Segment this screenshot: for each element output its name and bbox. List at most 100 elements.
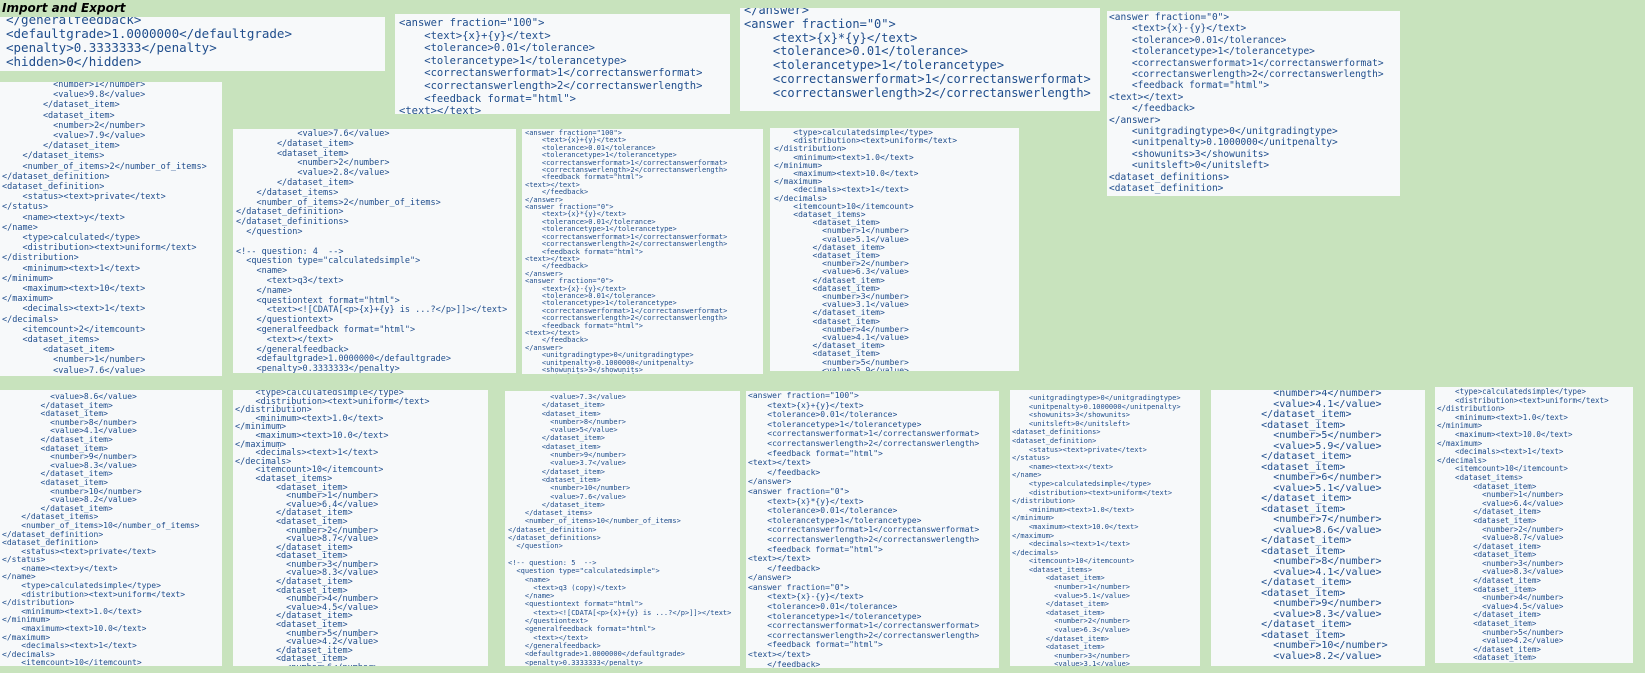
code-line: <minimum><text>1</text> <box>2 263 141 274</box>
code-line: <feedback format="html"> <box>748 448 883 458</box>
code-line: <penalty>0.3333333</penalty> <box>508 658 643 667</box>
code-line: <answer fraction="0"> <box>748 582 850 592</box>
code-line: <defaultgrade>1.0000000</defaultgrade> <box>6 26 292 41</box>
code-line: <number>2</number> <box>2 120 146 131</box>
code-line: <number>1</number> <box>2 355 146 366</box>
code-panel-1: </generalfeedback> <defaultgrade>1.000000… <box>0 17 385 71</box>
code-line: <text></text> <box>748 554 811 564</box>
code-line: </status> <box>1012 454 1050 463</box>
code-block: <type>calculatedsimple</type> <distribut… <box>235 390 488 666</box>
code-line: <number>1</number> <box>1012 583 1131 592</box>
code-line: </dataset_definition> <box>508 525 597 534</box>
code-line: <hidden>0</hidden> <box>6 54 142 69</box>
code-line: <dataset_item> <box>508 475 601 484</box>
code-line: <value>5.1</value> <box>1012 591 1131 600</box>
code-line: <number>1</number> <box>2 82 146 90</box>
code-line: <itemcount>10</itemcount> <box>1012 557 1135 566</box>
code-line: <dataset_items> <box>2 335 100 346</box>
code-line: <dataset_definition> <box>1109 183 1224 195</box>
code-line: <value>7.6</value> <box>2 365 146 376</box>
code-block: <answer fraction="100"> <text>{x}+{y}</t… <box>525 129 763 374</box>
code-line: </dataset_item> <box>508 401 605 410</box>
code-line: <number>8</number> <box>508 417 627 426</box>
code-line: <maximum><text>10.0</text> <box>1012 522 1139 531</box>
code-line: <generalfeedback format="html"> <box>508 625 656 634</box>
code-line: <questiontext format="html"> <box>508 600 643 609</box>
code-line: </distribution> <box>2 253 79 264</box>
code-panel-6: <value>7.6</value> </dataset_item> <data… <box>233 129 516 373</box>
code-line: <tolerance>0.01</tolerance> <box>399 42 595 55</box>
code-line: <dataset_item> <box>1012 643 1105 652</box>
code-line: <feedback format="html"> <box>748 544 883 554</box>
code-line: </dataset_item> <box>1012 634 1109 643</box>
code-line: <text></text> <box>399 105 482 114</box>
code-panel-14: <number>4</number> <value>4.1</value> </… <box>1211 390 1425 666</box>
code-line: </dataset_item> <box>508 434 605 443</box>
code-line: <value>3.7</value> <box>508 459 627 468</box>
code-line: <feedback format="html"> <box>1109 80 1270 92</box>
code-line: <dataset_item> <box>508 409 601 418</box>
code-line: </dataset_item> <box>508 500 605 509</box>
code-line: <answer fraction="0"> <box>1109 12 1230 23</box>
code-line: <unitsleft>0</unitsleft> <box>1109 160 1270 172</box>
code-line: </dataset_item> <box>1213 535 1352 546</box>
code-line: <feedback format="html"> <box>748 640 883 650</box>
code-line: <text>{x}+{y}</text> <box>748 400 864 410</box>
code-line: <value>5</value> <box>508 426 618 435</box>
code-line: <distribution><text>uniform</text> <box>1012 488 1173 497</box>
code-line: <unitgradingtype>0</unitgradingtype> <box>1109 126 1338 138</box>
code-line: <text>{x}-{y}</text> <box>748 592 864 602</box>
code-line: <correctanswerlength>2</correctanswerlen… <box>399 79 703 92</box>
code-line: <correctanswerformat>1</correctanswerfor… <box>744 71 1091 86</box>
code-line: <unitpenalty>0.1000000</unitpenalty> <box>1109 137 1338 149</box>
code-line: <number>3</number> <box>1012 651 1131 660</box>
code-block: <number>1</number> <value>9.8</value> </… <box>2 82 222 376</box>
code-line: </feedback> <box>748 659 821 668</box>
code-line: <number>9</number> <box>508 451 627 460</box>
code-line: <dataset_definition> <box>2 182 105 193</box>
code-line: <name> <box>508 575 551 584</box>
code-line: </dataset_items> <box>2 151 105 162</box>
code-line: </decimals> <box>2 314 59 325</box>
code-line: <showunits>3</showunits> <box>1109 148 1270 160</box>
code-line: </question> <box>508 542 563 551</box>
code-block: <value>7.6</value> </dataset_item> <data… <box>236 129 516 373</box>
code-line: <unitpenalty>0.1000000</unitpenalty> <box>1012 402 1181 411</box>
code-line: </feedback> <box>748 563 821 573</box>
code-block: <answer fraction="100"> <text>{x}+{y}</t… <box>748 391 999 668</box>
code-line: <answer fraction="0"> <box>744 16 896 31</box>
code-line: <tolerance>0.01</tolerance> <box>744 44 968 59</box>
code-line: <showunits>3</showunits> <box>1012 411 1131 420</box>
code-panel-4: <answer fraction="0"> <text>{x}-{y}</tex… <box>1107 11 1400 196</box>
code-line: </dataset_item> <box>508 467 605 476</box>
code-block: </generalfeedback> <defaultgrade>1.000000… <box>6 17 385 69</box>
code-block: </answer> <answer fraction="0"> <text>{x}… <box>744 8 1100 101</box>
code-line: <number>7</number> <box>1213 514 1382 525</box>
code-line: </answer> <box>748 573 792 583</box>
code-line: <question type="calculatedsimple"> <box>508 567 660 576</box>
code-line: </minimum> <box>1012 514 1055 523</box>
code-line: <number>9</number> <box>1213 598 1382 609</box>
code-panel-12: <answer fraction="100"> <text>{x}+{y}</t… <box>746 391 999 668</box>
code-panel-13: <unitgradingtype>0</unitgradingtype> <un… <box>1010 390 1200 666</box>
code-line: <dataset_definition> <box>1012 436 1097 445</box>
code-line: </dataset_item> <box>1213 409 1352 420</box>
code-line: </questiontext> <box>508 617 589 626</box>
code-line: </dataset_item> <box>1012 600 1109 609</box>
code-line: <name><text>x</text> <box>1012 462 1114 471</box>
code-line: </dataset_items> <box>508 509 593 518</box>
code-panel-9: <value>8.6</value> </dataset_item> <data… <box>0 390 222 666</box>
code-line: </dataset_item> <box>1213 451 1352 462</box>
code-panel-5: <number>1</number> <value>9.8</value> </… <box>0 82 222 376</box>
code-panel-2: <answer fraction="100"> <text>{x}+{y}</t… <box>395 14 730 114</box>
code-line: </dataset_item> <box>2 100 120 111</box>
code-line: <dataset_item> <box>1012 608 1105 617</box>
code-line: <value>6.3</value> <box>1012 626 1131 635</box>
code-line: <defaultgrade>1.0000000</defaultgrade> <box>508 650 686 659</box>
code-block: <type>calculatedsimple</type> <distribut… <box>1437 387 1633 663</box>
code-line: <value>3.1</value> <box>1012 660 1131 666</box>
code-line: </name> <box>1012 471 1042 480</box>
code-line: <correctanswerformat>1</correctanswerfor… <box>1109 57 1384 69</box>
code-line: <number>10</number> <box>1213 640 1388 651</box>
code-line: <unitgradingtype>0</unitgradingtype> <box>1012 394 1181 402</box>
